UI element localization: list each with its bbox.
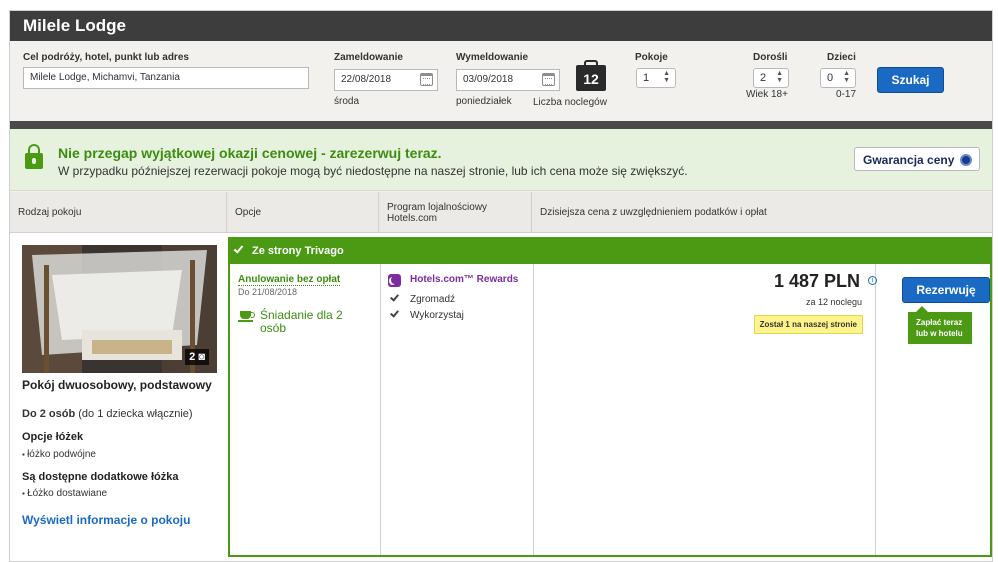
globe-icon: [960, 154, 972, 166]
last-room-badge: Został 1 na naszej stronie: [753, 315, 863, 334]
offer-source: Ze strony Trivago: [252, 245, 344, 257]
children-hint: 0-17: [836, 89, 857, 100]
spinner-icon: ▲ ▼: [843, 70, 850, 84]
calendar-icon[interactable]: [420, 73, 433, 86]
col-room-type: Rodzaj pokoju: [10, 192, 227, 233]
checkin-input[interactable]: 22/08/2018: [334, 69, 438, 91]
booking-panel: Milele Lodge Cel podróży, hotel, punkt l…: [9, 10, 993, 562]
banner-title: Nie przegap wyjątkowej okazji cenowej - …: [58, 145, 442, 161]
info-icon[interactable]: i: [868, 276, 877, 285]
room-name: Pokój dwuosobowy, podstawowy: [22, 378, 212, 392]
children-value: 0: [827, 72, 834, 84]
rooms-select[interactable]: 1 ▲ ▼: [636, 68, 676, 88]
banner-text: W przypadku późniejszej rezerwacji pokoj…: [58, 164, 688, 178]
extra-beds-heading: Są dostępne dodatkowe łóżka: [22, 471, 179, 483]
checkin-label: Zameldowanie: [334, 52, 403, 63]
divider: [380, 264, 381, 555]
rewards-program: Hotels.com™ Rewards: [410, 274, 519, 285]
room-info: 2 ◙ Pokój dwuosobowy, podstawowy Do 2 os…: [10, 233, 227, 561]
divider: [875, 264, 876, 555]
destination-label: Cel podróży, hotel, punkt lub adres: [23, 52, 189, 63]
cancellation-date: Do 21/08/2018: [238, 287, 298, 297]
children-label: Dzieci: [827, 52, 856, 63]
children-select[interactable]: 0 ▲ ▼: [820, 68, 856, 88]
photo-count-badge: 2 ◙: [185, 349, 209, 365]
price-guarantee-button[interactable]: Gwarancja ceny: [854, 147, 980, 171]
destination-input[interactable]: Milele Lodge, Michamvi, Tanzania: [23, 67, 309, 89]
rewards-icon: [388, 274, 401, 287]
check-icon: [390, 308, 399, 318]
offer-card: Ze strony Trivago Anulowanie bez opłat D…: [228, 237, 992, 557]
price: 1 487 PLN: [773, 271, 860, 291]
occupancy-max: Do 2 osób: [22, 408, 76, 420]
checkout-input[interactable]: 03/09/2018: [456, 69, 560, 91]
check-icon: [390, 292, 399, 302]
col-loyalty: Program lojalnościowy Hotels.com: [379, 192, 532, 233]
col-price: Dzisiejsza cena z uwzględnieniem podatkó…: [540, 207, 767, 218]
room-row: 2 ◙ Pokój dwuosobowy, podstawowy Do 2 os…: [10, 233, 992, 561]
book-button[interactable]: Rezerwuję: [902, 277, 990, 303]
adults-hint: Wiek 18+: [746, 89, 788, 100]
calendar-icon[interactable]: [542, 73, 555, 86]
checkout-value: 03/09/2018: [463, 74, 514, 85]
beds-item: łóżko podwójne: [22, 449, 96, 460]
offer-source-header: Ze strony Trivago: [230, 239, 990, 264]
occupancy-children: (do 1 dziecka włącznie): [78, 408, 193, 420]
search-button[interactable]: Szukaj: [877, 67, 944, 93]
room-info-link[interactable]: Wyświetl informacje o pokoju: [22, 513, 190, 527]
col-options: Opcje: [227, 192, 379, 233]
nights-count-icon: 12: [576, 60, 606, 91]
beds-heading: Opcje łóżek: [22, 431, 84, 443]
divider: [10, 121, 992, 129]
divider: [533, 264, 534, 555]
spinner-icon: ▲ ▼: [776, 70, 783, 84]
extra-beds-item: Łóżko dostawiane: [22, 488, 107, 499]
price-per-nights: za 12 noclegu: [805, 297, 862, 307]
checkin-day: środa: [334, 96, 360, 107]
price-guarantee-label: Gwarancja ceny: [863, 153, 955, 167]
rewards-redeem: Wykorzystaj: [410, 310, 464, 321]
adults-value: 2: [760, 72, 767, 84]
rooms-label: Pokoje: [635, 52, 668, 63]
lock-icon: [25, 144, 43, 169]
free-cancellation[interactable]: Anulowanie bez opłat: [238, 274, 341, 286]
deal-banner: Nie przegap wyjątkowej okazji cenowej - …: [10, 129, 992, 191]
photo-count: 2: [189, 351, 196, 363]
camera-icon: ◙: [198, 351, 205, 363]
occupancy: Do 2 osób (do 1 dziecka włącznie): [22, 408, 193, 420]
rooms-value: 1: [643, 72, 650, 84]
hotel-title: Milele Lodge: [23, 16, 126, 35]
checkin-value: 22/08/2018: [341, 74, 392, 85]
nights-label: Liczba noclegów: [533, 97, 607, 108]
adults-label: Dorośli: [753, 52, 788, 63]
breakfast-included: Śniadanie dla 2 osób: [260, 308, 343, 335]
adults-select[interactable]: 2 ▲ ▼: [753, 68, 789, 88]
rewards-collect: Zgromadź: [410, 294, 456, 305]
coffee-cup-icon: [238, 311, 255, 322]
checkout-label: Wymeldowanie: [456, 52, 529, 63]
pay-later-tooltip: Zapłać teraz lub w hotelu: [908, 306, 972, 344]
checkout-day: poniedziałek: [456, 96, 512, 107]
check-icon: [233, 243, 244, 254]
rooms-table-header: Rodzaj pokoju Opcje Program lojalnościow…: [10, 192, 992, 233]
hotel-header: Milele Lodge: [10, 11, 992, 41]
spinner-icon: ▲ ▼: [663, 70, 670, 84]
room-photo[interactable]: 2 ◙: [22, 245, 217, 373]
